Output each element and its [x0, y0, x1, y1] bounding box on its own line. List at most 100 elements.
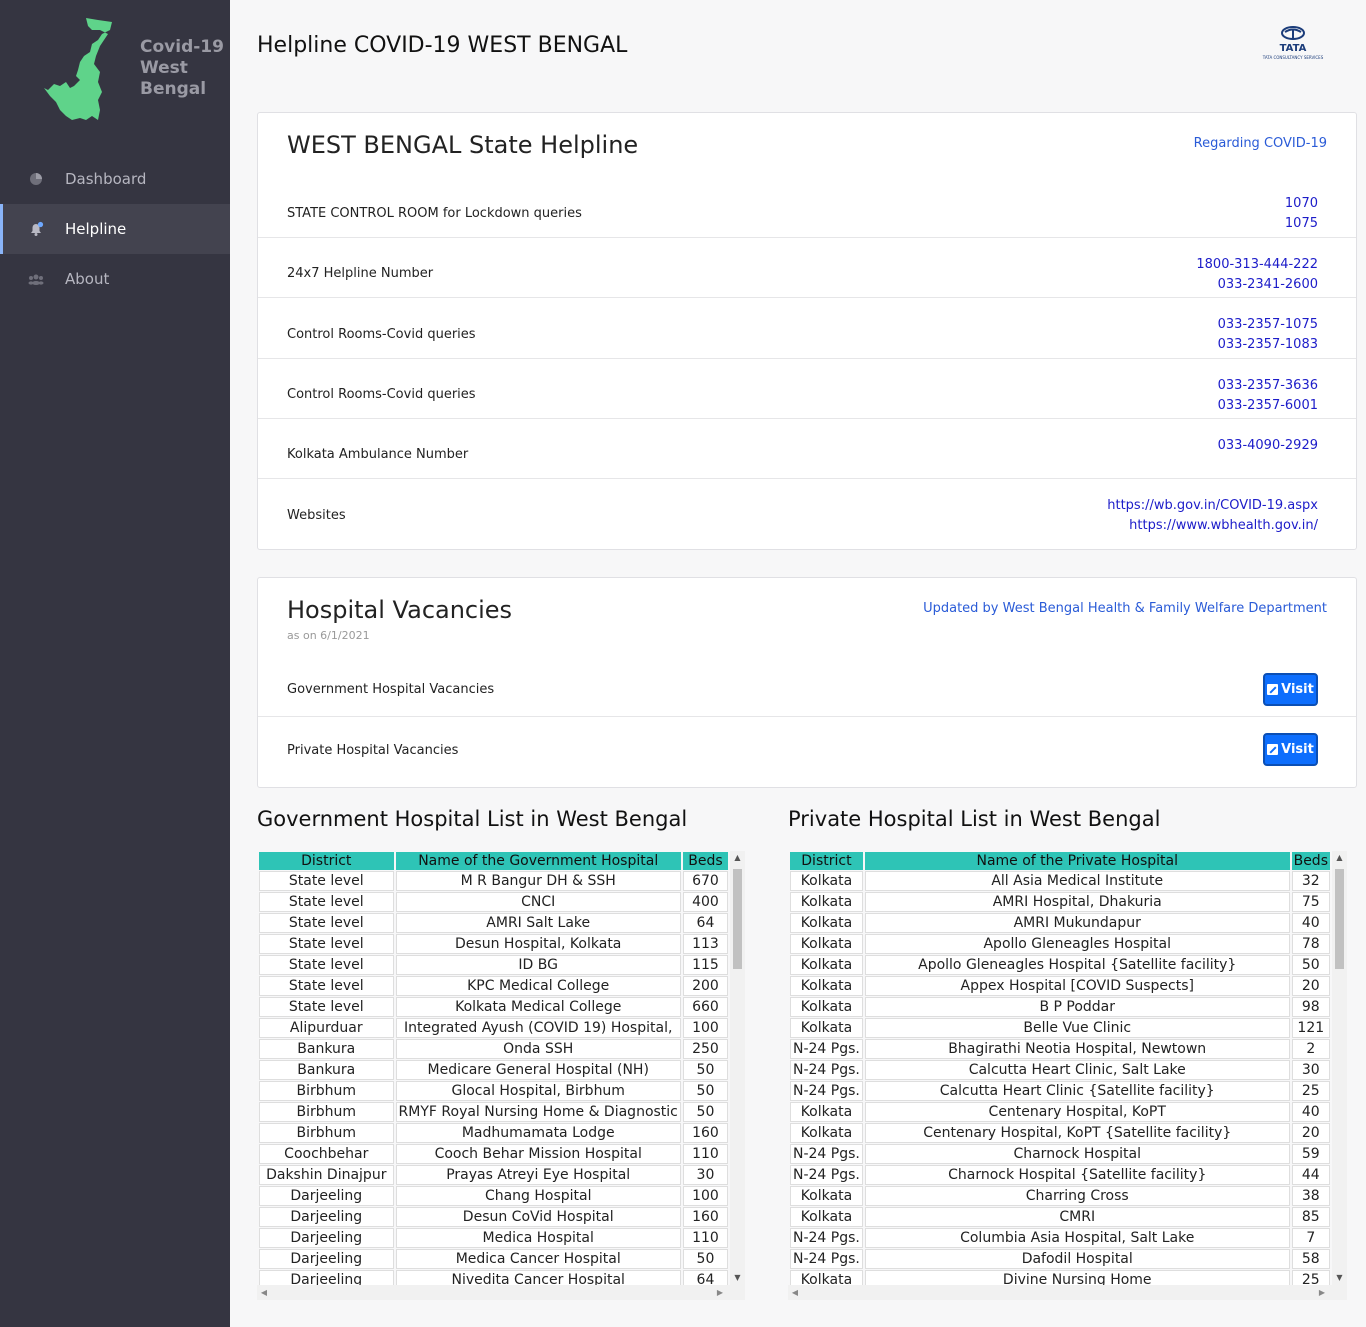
table-row: Darjeeling Chang Hospital 100: [259, 1186, 728, 1206]
table-row: Kolkata Centenary Hospital, KoPT 40: [790, 1102, 1330, 1122]
tata-logo: TATA TATA CONSULTANCY SERVICES: [1252, 26, 1334, 64]
column-header[interactable]: Name of the Private Hospital: [864, 852, 1290, 870]
column-header[interactable]: District: [259, 852, 394, 870]
table-row: Kolkata Centenary Hospital, KoPT {Satelli…: [790, 1123, 1330, 1143]
table-row: Coochbehar Cooch Behar Mission Hospital 11…: [259, 1144, 728, 1164]
table-header-row: District Name of the Private Hospital Be…: [790, 852, 1330, 870]
external-link-icon: [1267, 684, 1279, 695]
district-cell: State level: [259, 892, 394, 912]
scroll-right-arrow-icon[interactable]: ▶: [713, 1285, 727, 1300]
beds-cell: 50: [682, 1081, 728, 1101]
hospital-name-cell: Apollo Gleneagles Hospital {Satellite fa…: [864, 955, 1290, 975]
hospital-name-cell: Kolkata Medical College: [395, 997, 681, 1017]
hospital-name-cell: Calcutta Heart Clinic, Salt Lake: [864, 1060, 1290, 1080]
gov-list-title: Government Hospital List in West Bengal: [257, 807, 688, 831]
district-cell: Kolkata: [790, 892, 863, 912]
table-row: Kolkata Divine Nursing Home 25: [790, 1270, 1330, 1285]
phone-link[interactable]: 1070: [1285, 194, 1318, 214]
district-cell: Birbhum: [259, 1123, 394, 1143]
phone-link[interactable]: 1800-313-444-222: [1196, 255, 1318, 275]
table-row: Kolkata Appex Hospital [COVID Suspects] 20: [790, 976, 1330, 996]
district-cell: N-24 Pgs.: [790, 1228, 863, 1248]
table-row: Kolkata CMRI 85: [790, 1207, 1330, 1227]
beds-cell: 400: [682, 892, 728, 912]
sidebar-item-helpline[interactable]: Helpline: [0, 204, 230, 254]
hospital-name-cell: Cooch Behar Mission Hospital: [395, 1144, 681, 1164]
hospital-name-cell: Centenary Hospital, KoPT {Satellite faci…: [864, 1123, 1290, 1143]
scroll-left-arrow-icon[interactable]: ◀: [788, 1285, 802, 1300]
district-cell: Darjeeling: [259, 1228, 394, 1248]
beds-cell: 2: [1291, 1039, 1330, 1059]
regarding-covid-link[interactable]: Regarding COVID-19: [1194, 136, 1327, 151]
scroll-down-arrow-icon[interactable]: ▼: [730, 1271, 745, 1285]
phone-link[interactable]: 033-2341-2600: [1196, 275, 1318, 295]
hospital-name-cell: Calcutta Heart Clinic {Satellite facilit…: [864, 1081, 1290, 1101]
gov-table-body: State level M R Bangur DH & SSH 670 State l…: [259, 871, 728, 1285]
beds-cell: 660: [682, 997, 728, 1017]
scroll-left-arrow-icon[interactable]: ◀: [257, 1285, 271, 1300]
brand[interactable]: Covid-19 West Bengal: [0, 0, 230, 150]
column-header[interactable]: District: [790, 852, 863, 870]
horizontal-scrollbar[interactable]: ◀ ▶: [788, 1285, 1347, 1300]
phone-link[interactable]: 1075: [1285, 214, 1318, 234]
district-cell: Birbhum: [259, 1102, 394, 1122]
district-cell: Darjeeling: [259, 1186, 394, 1206]
district-cell: State level: [259, 913, 394, 933]
phone-link[interactable]: 033-2357-3636: [1218, 376, 1318, 396]
district-cell: State level: [259, 871, 394, 891]
column-header[interactable]: Beds: [682, 852, 728, 870]
helpline-row: 24x7 Helpline Number 1800-313-444-222 03…: [258, 237, 1356, 297]
table-row: Kolkata All Asia Medical Institute 32: [790, 871, 1330, 891]
west-bengal-map-logo: [44, 18, 112, 120]
website-link[interactable]: https://www.wbhealth.gov.in/: [1107, 516, 1318, 536]
hospital-vacancies-card: Hospital Vacancies as on 6/1/2021 Update…: [257, 577, 1357, 788]
district-cell: Darjeeling: [259, 1207, 394, 1227]
hospital-name-cell: Divine Nursing Home: [864, 1270, 1290, 1285]
phone-link[interactable]: 033-2357-1083: [1218, 335, 1318, 355]
district-cell: N-24 Pgs.: [790, 1249, 863, 1269]
table-row: N-24 Pgs. Calcutta Heart Clinic, Salt Lak…: [790, 1060, 1330, 1080]
hospital-name-cell: AMRI Mukundapur: [864, 913, 1290, 933]
scroll-down-arrow-icon[interactable]: ▼: [1332, 1271, 1347, 1285]
vertical-scrollbar[interactable]: ▲ ▼: [730, 851, 745, 1285]
pvt-hospital-table-container[interactable]: District Name of the Private Hospital Be…: [788, 851, 1347, 1300]
district-cell: Kolkata: [790, 1186, 863, 1206]
district-cell: Kolkata: [790, 871, 863, 891]
gov-hospital-table-container[interactable]: District Name of the Government Hospital…: [257, 851, 745, 1300]
vertical-scrollbar[interactable]: ▲ ▼: [1332, 851, 1347, 1285]
table-row: Bankura Onda SSH 250: [259, 1039, 728, 1059]
table-row: State level AMRI Salt Lake 64: [259, 913, 728, 933]
district-cell: Kolkata: [790, 934, 863, 954]
column-header[interactable]: Beds: [1291, 852, 1330, 870]
scrollbar-thumb[interactable]: [733, 869, 742, 969]
table-row: Darjeeling Medica Hospital 110: [259, 1228, 728, 1248]
hospital-name-cell: Madhumamata Lodge: [395, 1123, 681, 1143]
sidebar-item-dashboard[interactable]: Dashboard: [0, 154, 230, 204]
hospital-name-cell: Prayas Atreyi Eye Hospital: [395, 1165, 681, 1185]
sidebar-item-label: About: [65, 270, 110, 288]
website-link[interactable]: https://wb.gov.in/COVID-19.aspx: [1107, 496, 1318, 516]
visit-government-button[interactable]: Visit: [1263, 673, 1318, 706]
hospital-name-cell: AMRI Hospital, Dhakuria: [864, 892, 1290, 912]
column-header[interactable]: Name of the Government Hospital: [395, 852, 681, 870]
table-row: State level Kolkata Medical College 660: [259, 997, 728, 1017]
scroll-up-arrow-icon[interactable]: ▲: [730, 851, 745, 865]
beds-cell: 50: [682, 1102, 728, 1122]
district-cell: Kolkata: [790, 955, 863, 975]
scroll-up-arrow-icon[interactable]: ▲: [1332, 851, 1347, 865]
phone-link[interactable]: 033-2357-1075: [1218, 315, 1318, 335]
district-cell: Kolkata: [790, 913, 863, 933]
scrollbar-thumb[interactable]: [1335, 869, 1344, 969]
beds-cell: 32: [1291, 871, 1330, 891]
table-row: Kolkata Apollo Gleneagles Hospital {Satel…: [790, 955, 1330, 975]
health-dept-link[interactable]: Updated by West Bengal Health & Family W…: [923, 601, 1327, 616]
phone-link[interactable]: 033-2357-6001: [1218, 396, 1318, 416]
visit-private-button[interactable]: Visit: [1263, 733, 1318, 766]
hospital-name-cell: Onda SSH: [395, 1039, 681, 1059]
horizontal-scrollbar[interactable]: ◀ ▶: [257, 1285, 745, 1300]
sidebar-item-about[interactable]: About: [0, 254, 230, 304]
phone-link[interactable]: 033-4090-2929: [1218, 436, 1318, 456]
scroll-right-arrow-icon[interactable]: ▶: [1315, 1285, 1329, 1300]
helpline-row-label: Control Rooms-Covid queries: [287, 327, 476, 342]
hospital-name-cell: Dafodil Hospital: [864, 1249, 1290, 1269]
